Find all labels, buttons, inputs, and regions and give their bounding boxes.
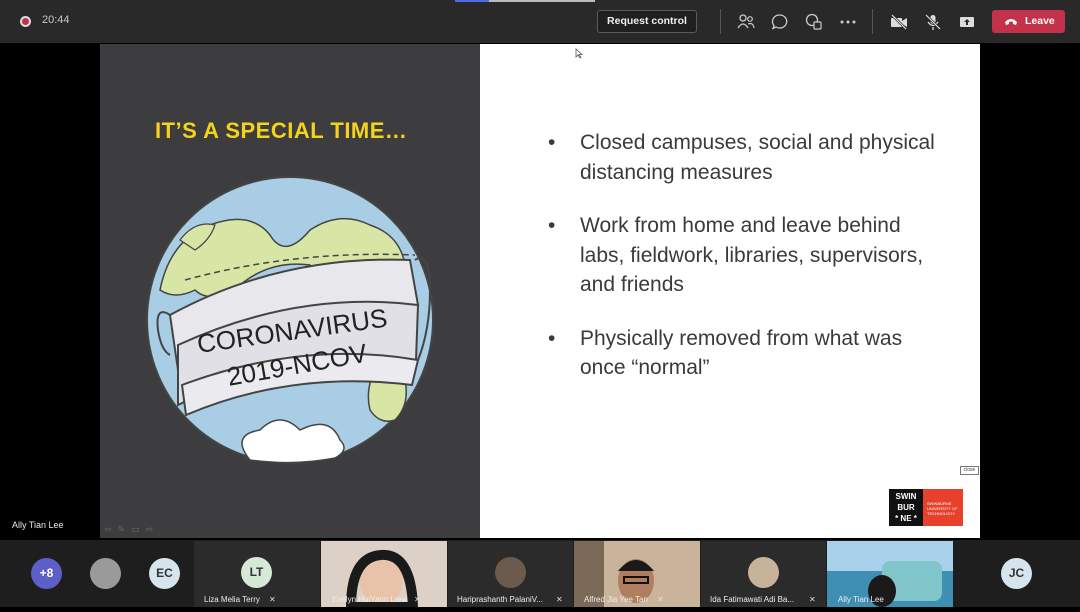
slide-bullet: • Physically removed from what was once “… — [548, 324, 948, 383]
chat-icon[interactable] — [770, 12, 790, 32]
overflow-participants-button[interactable]: +8 — [31, 558, 62, 589]
mic-off-icon: ✕ — [809, 595, 816, 604]
avatar — [748, 557, 779, 588]
mic-off-icon: ✕ — [657, 595, 664, 604]
back-icon: ⇦ — [104, 524, 118, 534]
mic-off-icon[interactable] — [923, 12, 943, 32]
pen-icon: ✎ — [117, 524, 132, 534]
more-icon[interactable] — [838, 12, 858, 32]
close-tag[interactable]: close — [960, 466, 979, 475]
slide-bullet: • Closed campuses, social and physical di… — [548, 128, 948, 187]
avatar[interactable]: EC — [149, 558, 180, 589]
top-accent-bar — [455, 0, 489, 2]
meeting-toolbar: 20:44 Request control Leave — [0, 0, 1080, 43]
share-icon[interactable] — [957, 12, 977, 32]
toolbar-divider — [720, 9, 721, 34]
avatar — [495, 557, 526, 588]
swinburne-logo: SWIN BUR * NE * SWINBURNE UNIVERSITY OF TE… — [889, 489, 963, 526]
participant-name: Ida Fatimawati Adi Ba... — [710, 595, 795, 604]
participant-tile[interactable]: LT Liza Melia Terry ✕ — [194, 541, 320, 607]
participant-name: Alfred Jia Yee Tan — [584, 595, 648, 604]
participant-tile[interactable]: Ida Fatimawati Adi Ba... ✕ — [701, 541, 826, 607]
request-control-button[interactable]: Request control — [597, 10, 697, 33]
more-slides-icon: ⇨ — [145, 524, 160, 534]
slides-icon: ▭ — [131, 524, 146, 534]
top-accent-bar-2 — [489, 0, 595, 2]
participant-video-tile[interactable]: Alfred Jia Yee Tan ✕ — [574, 541, 700, 607]
toolbar-divider — [872, 9, 873, 34]
mic-off-icon: ✕ — [269, 595, 276, 604]
slide-bullet: • Work from home and leave behind labs, f… — [548, 211, 948, 300]
avatar: LT — [241, 557, 272, 588]
globe-mask-illustration: CORONAVIRUS 2019-NCOV — [146, 176, 434, 464]
bullet-dot: • — [548, 131, 556, 154]
mic-off-icon: ✕ — [414, 595, 421, 604]
camera-off-icon[interactable] — [889, 12, 909, 32]
bullet-text: Physically removed from what was once “n… — [580, 326, 903, 380]
slide-controls[interactable]: ⇦✎▭⇨ — [104, 524, 159, 535]
participant-video-tile[interactable]: Ally Tian Lee — [827, 541, 953, 607]
slide-bullet-list: • Closed campuses, social and physical di… — [548, 128, 948, 407]
logo-subtext: SWINBURNE UNIVERSITY OF TECHNOLOGY — [923, 489, 963, 526]
avatar[interactable] — [90, 558, 121, 589]
participant-video-tile[interactable]: Evelyn HuiYann Liew ✕ — [321, 541, 447, 612]
avatar[interactable]: JC — [1001, 558, 1032, 589]
presenter-name: Ally Tian Lee — [12, 520, 64, 530]
participant-name: Hariprashanth PalaniV... — [457, 595, 543, 604]
reactions-icon[interactable] — [804, 12, 824, 32]
participant-name: Liza Melia Terry — [204, 595, 260, 604]
slide-title: IT’S A SPECIAL TIME… — [155, 118, 408, 143]
bullet-dot: • — [548, 214, 556, 237]
leave-button[interactable]: Leave — [992, 10, 1065, 33]
participant-name: Evelyn HuiYann Liew — [332, 595, 408, 604]
meeting-timer: 20:44 — [42, 14, 70, 26]
bullet-text: Closed campuses, social and physical dis… — [580, 131, 935, 184]
mouse-cursor-icon — [575, 48, 583, 59]
participant-name: Ally Tian Lee — [838, 595, 884, 604]
leave-label: Leave — [1025, 15, 1055, 27]
mic-off-icon: ✕ — [556, 595, 563, 604]
participants-icon[interactable] — [736, 12, 756, 32]
logo-wordmark: SWIN BUR * NE * — [889, 489, 923, 526]
phone-icon — [1005, 19, 1017, 25]
bullet-text: Work from home and leave behind labs, fi… — [580, 214, 924, 296]
recording-icon — [20, 16, 31, 27]
bullet-dot: • — [548, 326, 556, 350]
participant-tile[interactable]: Hariprashanth PalaniV... ✕ — [448, 541, 573, 607]
